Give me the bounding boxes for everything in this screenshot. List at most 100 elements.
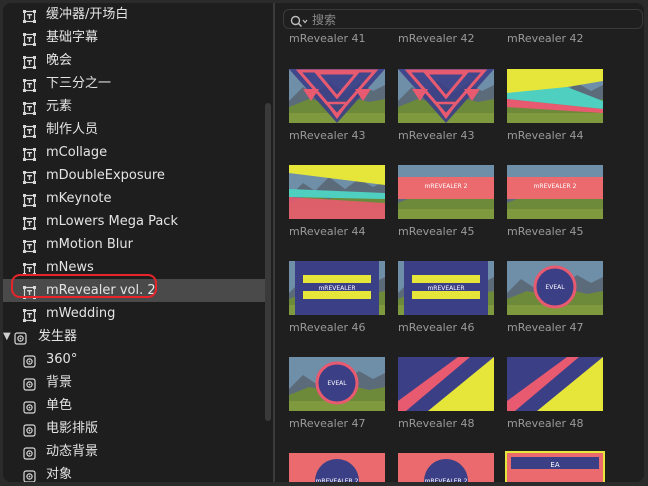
sidebar: 缓冲器/开场白 基础字幕晚会下三分之一元素制作人员 mCollage mDoubleE… bbox=[3, 3, 273, 482]
thumbnail-text: EA bbox=[550, 461, 559, 469]
thumbnail-caption: mRevealer 42 bbox=[398, 32, 475, 45]
thumbnail[interactable]: mREVEALER bbox=[398, 261, 494, 315]
sidebar-item[interactable]: mMotion Blur bbox=[3, 233, 265, 256]
sidebar-item-label: 电影排版 bbox=[46, 421, 99, 436]
sidebar-item[interactable]: 制作人员 bbox=[3, 118, 265, 141]
sidebar-item[interactable]: mCollage bbox=[3, 141, 265, 164]
search-placeholder: 搜索 bbox=[312, 13, 337, 27]
sidebar-item-label: 基础字幕 bbox=[46, 30, 99, 45]
sidebar-item-label: 缓冲器/开场白 bbox=[46, 7, 129, 22]
sidebar-item-label: mWedding bbox=[46, 306, 116, 321]
thumbnail-text: mREVEALER 2 bbox=[534, 183, 577, 190]
generator-category-icon bbox=[23, 468, 36, 482]
sidebar-item-label: 单色 bbox=[46, 398, 73, 413]
sidebar-item-label: 对象 bbox=[46, 467, 73, 482]
thumbnail-caption: mRevealer 43 bbox=[398, 129, 475, 142]
sidebar-item[interactable]: 下三分之一 bbox=[3, 72, 265, 95]
sidebar-item[interactable]: mLowers Mega Pack bbox=[3, 210, 265, 233]
sidebar-item[interactable]: 晚会 bbox=[3, 49, 265, 72]
sidebar-item[interactable]: 动态背景 bbox=[3, 440, 265, 463]
generator-category-icon bbox=[23, 353, 36, 368]
thumbnail[interactable]: mREVEALER 2 bbox=[398, 165, 494, 219]
title-category-icon bbox=[23, 169, 36, 184]
sidebar-list: 缓冲器/开场白 基础字幕晚会下三分之一元素制作人员 mCollage mDoubleE… bbox=[3, 3, 265, 482]
thumbnail[interactable]: EVEAL bbox=[507, 261, 603, 315]
thumbnail-caption: mRevealer 42 bbox=[507, 32, 584, 45]
disclosure-triangle-icon[interactable]: ▼ bbox=[3, 325, 11, 348]
sidebar-group-generators[interactable]: ▼ 发生器 bbox=[3, 325, 265, 348]
thumbnail-caption: mRevealer 45 bbox=[507, 225, 584, 238]
thumbnail-caption: mRevealer 44 bbox=[289, 225, 366, 238]
thumbnail[interactable]: EVEAL bbox=[289, 357, 385, 411]
search-icon[interactable] bbox=[290, 13, 308, 32]
thumbnail[interactable]: mREVEALER 2 bbox=[289, 453, 385, 482]
thumbnail[interactable] bbox=[398, 69, 494, 123]
title-category-icon bbox=[23, 238, 36, 253]
sidebar-item[interactable]: 360° bbox=[3, 348, 265, 371]
sidebar-item-label: 360° bbox=[46, 352, 78, 367]
sidebar-item[interactable]: mDoubleExposure bbox=[3, 164, 265, 187]
search-field[interactable]: 搜索 bbox=[283, 9, 643, 29]
thumbnail[interactable] bbox=[398, 357, 494, 411]
title-category-icon bbox=[23, 123, 36, 138]
sidebar-item[interactable]: 元素 bbox=[3, 95, 265, 118]
thumbnail-caption: mRevealer 46 bbox=[289, 321, 366, 334]
sidebar-scrollbar[interactable] bbox=[265, 103, 271, 421]
sidebar-item[interactable]: 单色 bbox=[3, 394, 265, 417]
sidebar-item-label: 发生器 bbox=[38, 329, 78, 344]
sidebar-item[interactable]: 电影排版 bbox=[3, 417, 265, 440]
sidebar-item-label: mKeynote bbox=[46, 191, 112, 206]
thumbnail[interactable]: mREVEALER bbox=[289, 261, 385, 315]
thumbnail[interactable]: mREVEALER 2 bbox=[398, 453, 494, 482]
thumbnail-text: EVEAL bbox=[327, 380, 347, 387]
thumbnail-caption: mRevealer 48 bbox=[507, 417, 584, 430]
sidebar-item-label: 动态背景 bbox=[46, 444, 99, 459]
title-category-icon bbox=[23, 77, 36, 92]
thumbnail-caption: mRevealer 43 bbox=[289, 129, 366, 142]
thumbnail-caption: mRevealer 47 bbox=[289, 417, 366, 430]
title-category-icon bbox=[23, 54, 36, 69]
thumbnail-text: mREVEALER 2 bbox=[316, 478, 359, 482]
sidebar-item-label: mMotion Blur bbox=[46, 237, 133, 252]
generator-category-icon bbox=[23, 399, 36, 414]
thumbnail[interactable] bbox=[289, 69, 385, 123]
sidebar-item-label: mCollage bbox=[46, 145, 108, 160]
generator-icon bbox=[14, 330, 27, 345]
title-category-icon bbox=[23, 100, 36, 115]
thumbnail-caption: mRevealer 45 bbox=[398, 225, 475, 238]
generator-category-icon bbox=[23, 376, 36, 391]
title-category-icon bbox=[23, 261, 36, 276]
browser-pane: 搜索 mRevealer 41 mRevealer 42 mRevealer 42 … bbox=[275, 3, 644, 482]
thumbnail-text: mREVEALER bbox=[427, 285, 464, 292]
sidebar-item[interactable]: 对象 bbox=[3, 463, 265, 482]
title-category-icon bbox=[23, 215, 36, 230]
thumbnail[interactable] bbox=[507, 357, 603, 411]
thumbnail[interactable]: EA bbox=[505, 451, 605, 482]
sidebar-item[interactable]: 基础字幕 bbox=[3, 26, 265, 49]
title-category-icon bbox=[23, 31, 36, 46]
sidebar-item[interactable]: 背景 bbox=[3, 371, 265, 394]
sidebar-item[interactable]: 缓冲器/开场白 bbox=[3, 3, 265, 26]
generator-category-icon bbox=[23, 445, 36, 460]
thumbnail-text: mREVEALER bbox=[318, 285, 355, 292]
thumbnail[interactable] bbox=[507, 69, 603, 123]
thumbnail-caption: mRevealer 41 bbox=[289, 32, 366, 45]
app-window: 缓冲器/开场白 基础字幕晚会下三分之一元素制作人员 mCollage mDoubleE… bbox=[3, 3, 644, 482]
title-category-icon bbox=[23, 146, 36, 161]
sidebar-item[interactable]: mWedding bbox=[3, 302, 265, 325]
sidebar-item-label: mDoubleExposure bbox=[46, 168, 165, 183]
sidebar-item[interactable]: mKeynote bbox=[3, 187, 265, 210]
thumbnail[interactable]: mREVEALER 2 bbox=[507, 165, 603, 219]
sidebar-item-label: 下三分之一 bbox=[46, 76, 112, 91]
title-category-icon bbox=[23, 192, 36, 207]
thumbnail-text: mREVEALER 2 bbox=[425, 478, 468, 482]
thumbnail-text: mREVEALER 2 bbox=[425, 183, 468, 190]
thumbnail-text: EVEAL bbox=[545, 284, 565, 291]
sidebar-item-label: 元素 bbox=[46, 99, 73, 114]
sidebar-item-label: 制作人员 bbox=[46, 122, 99, 137]
sidebar-item-label: mLowers Mega Pack bbox=[46, 214, 178, 229]
thumbnail[interactable] bbox=[289, 165, 385, 219]
generator-category-icon bbox=[23, 422, 36, 437]
thumbnail-caption: mRevealer 44 bbox=[507, 129, 584, 142]
sidebar-item-label: 背景 bbox=[46, 375, 73, 390]
